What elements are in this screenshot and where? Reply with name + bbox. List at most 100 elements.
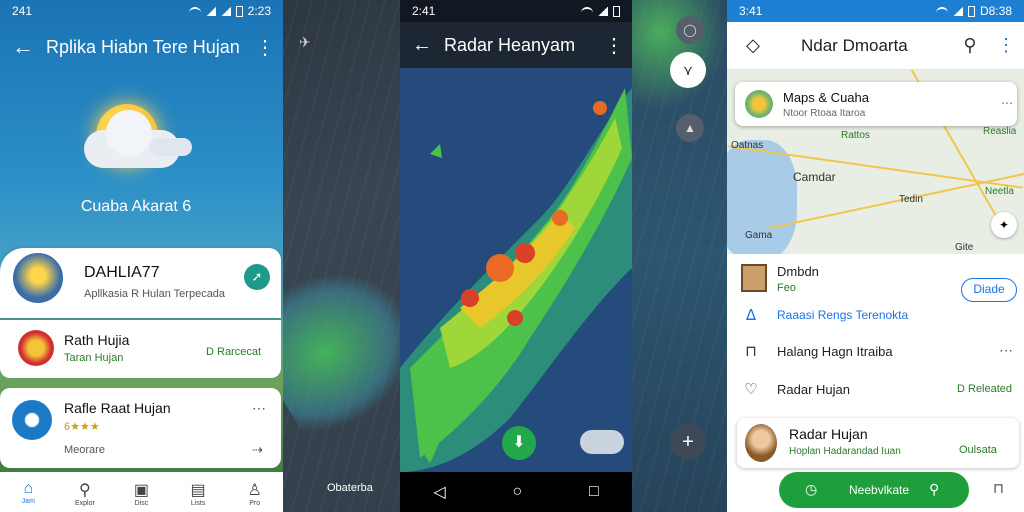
more-horiz-icon[interactable]: ⋯ bbox=[999, 342, 1013, 359]
compass-icon[interactable]: ✈ bbox=[299, 34, 311, 51]
avatar bbox=[10, 250, 66, 306]
app-title: Rath Hujia bbox=[64, 332, 130, 348]
share-icon[interactable]: ⇢ bbox=[252, 442, 263, 458]
map-label: Reaslia bbox=[983, 126, 1017, 137]
search-icon[interactable]: ⚲ bbox=[929, 481, 939, 498]
status-time: 3:41 bbox=[739, 4, 763, 18]
card-title: Radar Hujan bbox=[789, 426, 868, 442]
search-icon: ⚲ bbox=[79, 482, 91, 499]
bluetooth-icon bbox=[935, 6, 948, 16]
back-icon[interactable]: ◇ bbox=[727, 35, 779, 56]
contact-avatar bbox=[741, 264, 767, 292]
status-icons: 2:23 bbox=[188, 4, 271, 18]
app-subtitle: Taran Hujan bbox=[64, 352, 124, 364]
more-vert-icon[interactable]: ⋮ bbox=[596, 33, 632, 58]
list-item[interactable]: ᐃ Raaasi Rengs Terenokta bbox=[727, 298, 1024, 334]
radar-details-screen: 3:41 D8:38 ◇ Ndar Dmoarta ⚲ ⋮ Maps & Cua… bbox=[727, 0, 1024, 512]
radar-map[interactable] bbox=[400, 68, 632, 472]
contact-row[interactable]: Dmbdn Feo Diade bbox=[727, 258, 1024, 302]
map-info-card[interactable]: Maps & Cuaha Ntoor Rtoaa Itaroa ⋯ bbox=[735, 82, 1017, 126]
cloud-layer-icon[interactable] bbox=[580, 430, 624, 454]
map-label: Gite bbox=[955, 242, 974, 253]
battery-icon bbox=[235, 5, 243, 17]
nav-discover[interactable]: ▣ Disc bbox=[113, 472, 170, 512]
weather-text: Cuaba Akarat 6 bbox=[80, 198, 192, 215]
status-bar: 3:41 D8:38 bbox=[727, 0, 1024, 22]
battery-icon bbox=[613, 5, 620, 17]
map-card-subtitle: Ntoor Rtoaa Itaroa bbox=[783, 108, 866, 119]
status-time: 241 bbox=[12, 4, 33, 18]
app-icon bbox=[18, 330, 54, 366]
back-nav-icon[interactable]: ◁ bbox=[433, 482, 445, 502]
more-vert-icon[interactable]: ⋮ bbox=[247, 35, 283, 60]
status-right-text: 2:23 bbox=[247, 4, 271, 18]
list-item[interactable]: ⊓ Halang Hagn Itraiba ⋯ bbox=[727, 334, 1024, 370]
app-bar: ← Rplika Hiabn Tere Hujan ⋮ bbox=[0, 30, 283, 64]
signal-icon-2 bbox=[220, 6, 231, 16]
profile-card[interactable]: DAHLIA77 Apllkasia R Hulan Terpecada ➚ bbox=[0, 248, 281, 318]
map-view[interactable]: Maps & Cuaha Ntoor Rtoaa Itaroa ⋯ Oatnas… bbox=[727, 70, 1024, 254]
map-label: Tedin bbox=[899, 194, 923, 205]
bluetooth-icon bbox=[188, 6, 201, 16]
compass-icon[interactable]: ⋎ bbox=[670, 52, 706, 88]
more-horiz-icon[interactable]: ⋯ bbox=[1001, 96, 1013, 110]
search-icon[interactable]: ⚲ bbox=[952, 35, 988, 56]
list-icon: ▤ bbox=[190, 482, 206, 499]
status-bar: 2:41 bbox=[400, 0, 632, 22]
app-title: Radar Heanyam bbox=[444, 34, 576, 55]
map-attribution: Obaterba bbox=[327, 482, 373, 494]
status-icons bbox=[581, 5, 620, 17]
battery-icon bbox=[967, 5, 975, 17]
back-arrow-icon[interactable]: ← bbox=[400, 34, 444, 57]
lock-icon[interactable]: ⊓ bbox=[993, 480, 1004, 497]
map-controls-screen: ◯ ⋎ ▲ + bbox=[632, 0, 727, 512]
lock-icon: ⊓ bbox=[745, 343, 757, 360]
app-title: Rafle Raat Hujan bbox=[64, 400, 171, 416]
recents-nav-icon[interactable]: □ bbox=[589, 483, 599, 501]
app-bar: ◇ Ndar Dmoarta ⚲ ⋮ bbox=[727, 22, 1024, 70]
layers-icon[interactable]: ◯ bbox=[676, 16, 704, 44]
timer-icon[interactable]: ◷ bbox=[805, 481, 817, 498]
location-icon[interactable]: ▲ bbox=[676, 114, 704, 142]
map-label: Camdar bbox=[793, 170, 836, 184]
my-location-button[interactable]: ⬇ bbox=[502, 426, 536, 460]
radar-screen: 2:41 ← Radar Heanyam ⋮ ⬇ ◁ ○ □ bbox=[400, 0, 632, 512]
more-vert-icon[interactable]: ⋮ bbox=[988, 35, 1024, 56]
radar-card[interactable]: Radar Hujan Hoplan Hadarandad Iuan Oulsa… bbox=[737, 418, 1019, 468]
map-label: Neetla bbox=[985, 186, 1014, 197]
list-item[interactable]: Rath Hujia Taran Hujan D Rarcecat bbox=[0, 320, 281, 378]
map-card-title: Maps & Cuaha bbox=[783, 90, 869, 105]
back-arrow-icon[interactable]: ← bbox=[0, 34, 46, 60]
bottom-action-bar[interactable]: ◷ Neebvlkate ⚲ bbox=[779, 472, 969, 508]
app-icon bbox=[12, 400, 52, 440]
nav-search[interactable]: ⚲ Explor bbox=[57, 472, 114, 512]
list-item[interactable]: ♡ Radar Hujan D Releated bbox=[727, 372, 1024, 408]
nav-home[interactable]: ⌂ Jam bbox=[0, 472, 57, 512]
zoom-in-button[interactable]: + bbox=[670, 424, 706, 460]
nav-profile[interactable]: ♙ Pro bbox=[226, 472, 283, 512]
nav-lists[interactable]: ▤ Lists bbox=[170, 472, 227, 512]
contact-name: Dmbdn bbox=[777, 264, 819, 279]
bottom-navigation: ⌂ Jam ⚲ Explor ▣ Disc ▤ Lists ♙ Pro bbox=[0, 472, 283, 512]
dark-map-screen: ✈ Obaterba bbox=[283, 0, 400, 512]
home-nav-icon[interactable]: ○ bbox=[512, 483, 522, 501]
card-subtitle: Hoplan Hadarandad Iuan bbox=[789, 446, 901, 457]
weather-app-screen: 241 2:23 ← Rplika Hiabn Tere Hujan ⋮ Cua… bbox=[0, 0, 283, 512]
share-icon[interactable]: ➚ bbox=[244, 264, 270, 290]
status-icons: D8:38 bbox=[935, 4, 1012, 18]
rating: 6★★★ bbox=[64, 421, 100, 433]
more-horiz-icon[interactable]: ⋯ bbox=[252, 400, 266, 417]
list-item-label: Radar Hujan bbox=[777, 382, 850, 397]
gift-icon: ▣ bbox=[133, 482, 150, 499]
signal-tower-icon: ᐃ bbox=[745, 307, 757, 324]
profile-name: DAHLIA77 bbox=[84, 264, 160, 281]
list-item[interactable]: Rafle Raat Hujan 6★★★ Meorare ⋯ ⇢ bbox=[0, 388, 281, 468]
home-icon: ⌂ bbox=[23, 480, 34, 497]
profile-subtitle: Apllkasia R Hulan Terpecada bbox=[84, 288, 226, 300]
list-item-label: Raaasi Rengs Terenokta bbox=[777, 308, 909, 322]
signal-icon bbox=[598, 6, 608, 16]
compass-icon[interactable]: ✦ bbox=[991, 212, 1017, 238]
signal-icon bbox=[952, 6, 963, 16]
screenshot-collage: 241 2:23 ← Rplika Hiabn Tere Hujan ⋮ Cua… bbox=[0, 0, 1024, 512]
bottom-action-label: Neebvlkate bbox=[849, 483, 910, 497]
